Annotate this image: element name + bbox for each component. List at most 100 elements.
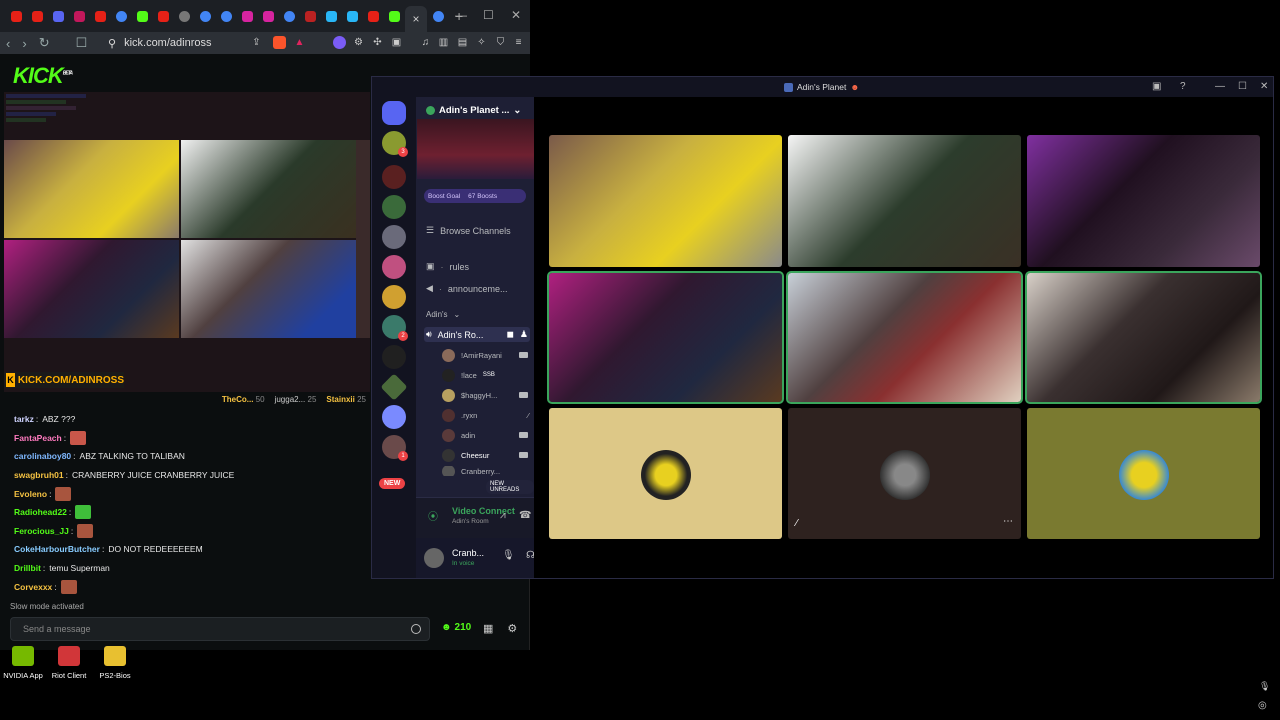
chat-bubble-icon[interactable]: ◼	[506, 329, 513, 340]
user-avatar[interactable]	[424, 548, 444, 568]
chat-emote[interactable]	[55, 486, 72, 501]
tab-13[interactable]	[258, 6, 278, 26]
leaderboard-item[interactable]: Stainxii 25	[326, 395, 366, 404]
extension-icon[interactable]: ⚙	[352, 36, 365, 49]
puzzle-icon[interactable]: ✣	[371, 36, 384, 49]
tab-google[interactable]	[111, 6, 131, 26]
video-tile[interactable]	[786, 271, 1023, 404]
voice-user[interactable]: adin	[442, 427, 532, 443]
maximize-icon[interactable]: ☐	[483, 8, 494, 22]
reload-icon[interactable]: ↻	[39, 35, 50, 51]
chat-username[interactable]: tarkz	[14, 414, 34, 424]
browse-channels[interactable]: ☰ Browse Channels	[426, 225, 511, 236]
video-player[interactable]: K KICK.COM/ADINROSS	[4, 92, 370, 392]
help-icon[interactable]: ?	[1180, 81, 1186, 92]
chat-username[interactable]: CokeHarbourButcher	[14, 544, 100, 554]
video-tile[interactable]	[788, 135, 1021, 267]
tab-2[interactable]	[27, 6, 47, 26]
chat-username[interactable]: Ferocious_JJ	[14, 526, 69, 536]
chat-username[interactable]: carolinaboy80	[14, 451, 71, 461]
minimize-icon[interactable]: —	[1215, 81, 1225, 92]
server-icon[interactable]	[382, 195, 406, 219]
voice-user[interactable]: .ryxn ⁄	[442, 407, 532, 423]
server-name-header[interactable]: Adin's Planet ... ⌄	[426, 105, 521, 116]
chat-username[interactable]: Corvexxx	[14, 582, 52, 592]
maximize-icon[interactable]: ☐	[1238, 81, 1247, 92]
inbox-icon[interactable]: ▣	[1152, 81, 1161, 92]
extension-icon[interactable]: ▣	[390, 36, 403, 49]
tab-14[interactable]	[279, 6, 299, 26]
share-icon[interactable]: ⇪	[250, 36, 263, 49]
server-icon[interactable]	[382, 225, 406, 249]
vpn-icon[interactable]: ⛉	[494, 36, 507, 49]
voice-user[interactable]: Cranberry...	[442, 466, 532, 476]
video-tile[interactable]	[1027, 135, 1260, 267]
settings-icon[interactable]: ⚙	[507, 622, 517, 635]
boost-goal-bar[interactable]: Boost Goal 67 Boosts	[424, 189, 526, 203]
chat-username[interactable]: FantaPeach	[14, 433, 62, 443]
channel-announcements[interactable]: ◀ · announceme...	[426, 283, 507, 294]
chat-username[interactable]: Radiohead22	[14, 507, 67, 517]
server-icon[interactable]	[380, 373, 408, 401]
more-options-icon[interactable]: ⋯	[1003, 516, 1013, 527]
tab-16[interactable]	[321, 6, 341, 26]
chat-emote[interactable]	[60, 579, 77, 594]
video-tile[interactable]: ⁄ ⋯	[788, 408, 1021, 539]
video-tile[interactable]	[547, 271, 784, 404]
tab-google-2[interactable]	[428, 6, 448, 26]
tab-17[interactable]	[342, 6, 362, 26]
voice-user[interactable]: Cheesur	[442, 447, 532, 463]
server-icon[interactable]	[382, 165, 406, 189]
video-tile[interactable]	[549, 408, 782, 539]
server-icon[interactable]	[382, 255, 406, 279]
server-icon[interactable]	[382, 405, 406, 429]
chat-emote[interactable]	[77, 523, 94, 538]
voice-user[interactable]: !AmirRayani	[442, 347, 532, 363]
noise-suppression-icon[interactable]: ⩘	[500, 510, 506, 521]
wallet-icon[interactable]: ▤	[456, 36, 469, 49]
channel-rules[interactable]: ▣ · rules	[426, 261, 469, 272]
voice-user[interactable]: !lace SSB	[442, 367, 532, 383]
leaderboard-item[interactable]: TheCo... 50	[222, 395, 265, 404]
site-info-icon[interactable]: ⚲	[108, 37, 116, 50]
add-user-icon[interactable]: ♟	[520, 329, 528, 340]
forward-icon[interactable]: ›	[22, 36, 26, 51]
direct-messages-icon[interactable]	[382, 101, 406, 125]
kick-logo[interactable]: KICKBETA	[13, 63, 73, 89]
video-tile[interactable]	[549, 135, 782, 267]
tab-5[interactable]	[90, 6, 110, 26]
sidebar-icon[interactable]: ▥	[437, 36, 450, 49]
extension-icon[interactable]	[333, 36, 346, 49]
tab-close-icon[interactable]: ×	[405, 6, 427, 32]
rewards-icon[interactable]: ▲	[293, 36, 306, 49]
tab-8[interactable]	[153, 6, 173, 26]
leo-icon[interactable]: ✧	[475, 36, 488, 49]
chat-username[interactable]: swagbruh01	[14, 470, 64, 480]
leaderboard-item[interactable]: jugga2... 25	[275, 395, 317, 404]
menu-icon[interactable]: ≡	[512, 36, 525, 49]
tab-youtube[interactable]	[6, 6, 26, 26]
close-icon[interactable]: ✕	[511, 8, 521, 22]
store-icon[interactable]: ▦	[483, 622, 493, 635]
voice-user[interactable]: $haggyH...	[442, 387, 532, 403]
chat-username[interactable]: Drillbit	[14, 563, 41, 573]
close-icon[interactable]: ✕	[1260, 81, 1268, 92]
tab-instagram[interactable]	[237, 6, 257, 26]
back-icon[interactable]: ‹	[6, 36, 10, 51]
tab-18[interactable]	[363, 6, 383, 26]
microphone-icon[interactable]: 🎙︎	[1259, 681, 1270, 692]
video-tile[interactable]	[1027, 408, 1260, 539]
server-icon[interactable]	[382, 285, 406, 309]
tab-3[interactable]	[48, 6, 68, 26]
new-unreads-pill[interactable]: NEW UNREADS	[486, 480, 534, 494]
voice-channel-adins-room[interactable]: 🔊︎ Adin's Ro... ◼ ♟	[424, 327, 530, 342]
disconnect-icon[interactable]: ☎	[519, 510, 531, 521]
emoji-icon[interactable]	[411, 624, 421, 634]
tab-15[interactable]	[300, 6, 320, 26]
media-icon[interactable]: ♫	[419, 36, 432, 49]
desktop-icon-ps2bios[interactable]: PS2-Bios	[80, 646, 150, 680]
new-badge[interactable]: NEW	[379, 478, 406, 489]
video-tile[interactable]	[1025, 271, 1262, 404]
chat-username[interactable]: Evoleno	[14, 489, 47, 499]
tab-10[interactable]	[195, 6, 215, 26]
